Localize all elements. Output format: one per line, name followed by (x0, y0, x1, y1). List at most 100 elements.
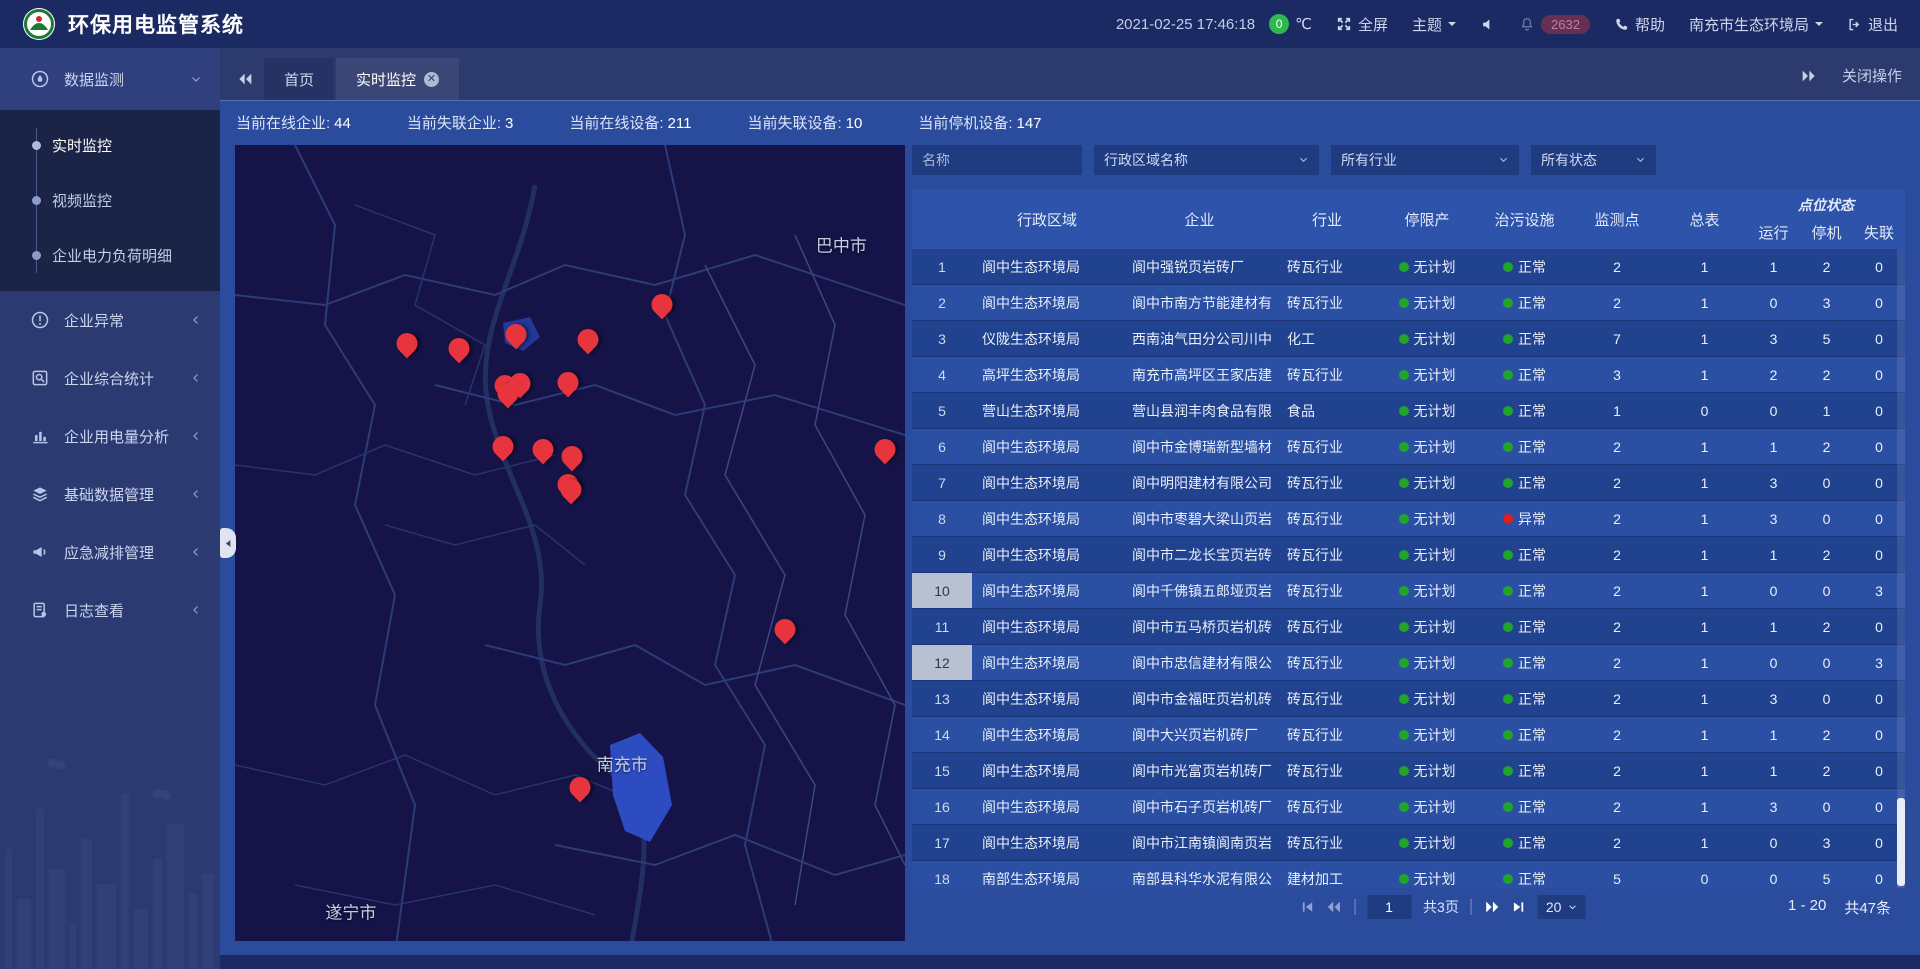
cell-run: 1 (1747, 753, 1800, 788)
cell-monitor: 1 (1572, 393, 1662, 428)
map-panel[interactable]: 巴中市南充市遂宁市 (235, 145, 905, 941)
sidebar-item-4[interactable]: 企业用电量分析 (0, 407, 220, 465)
sidebar-subitem-企业电力负荷明细[interactable]: 企业电力负荷明细 (0, 228, 220, 283)
status-dot-green (1503, 802, 1513, 812)
stat-item: 当前停机设备:147 (918, 112, 1041, 133)
cell-industry: 砖瓦行业 (1277, 789, 1377, 824)
status-dot-green (1399, 478, 1409, 488)
map-city-label: 南充市 (597, 751, 648, 776)
sidebar-item-6[interactable]: 应急减排管理 (0, 523, 220, 581)
sidebar-subitem-视频监控[interactable]: 视频监控 (0, 173, 220, 228)
close-operations-button[interactable]: 关闭操作 (1842, 65, 1902, 86)
cell-facility-label: 正常 (1518, 869, 1546, 889)
cell-facility-label: 正常 (1518, 725, 1546, 745)
cell-stop: 0 (1800, 789, 1853, 824)
cell-industry: 砖瓦行业 (1277, 753, 1377, 788)
cell-industry: 砖瓦行业 (1277, 429, 1377, 464)
tabs-scroll-left-button[interactable] (238, 72, 254, 86)
table-row-2[interactable]: 2阆中生态环境局阆中市南方节能建材有砖瓦行业无计划正常21030 (912, 285, 1905, 321)
sidebar-item-5[interactable]: 基础数据管理 (0, 465, 220, 523)
cell-company: 阆中强锐页岩砖厂 (1122, 249, 1277, 284)
bottom-strip (220, 955, 1920, 969)
sidebar-item-2[interactable]: 企业异常 (0, 291, 220, 349)
table-row-5[interactable]: 5营山生态环境局营山县润丰肉食品有限食品无计划正常10010 (912, 393, 1905, 429)
cell-monitor: 2 (1572, 285, 1662, 320)
logout-button[interactable]: 退出 (1847, 14, 1898, 35)
page-number-input[interactable] (1367, 895, 1411, 919)
region-select-value: 行政区域名称 (1104, 150, 1188, 170)
theme-label: 主题 (1412, 14, 1442, 35)
cell-run: 0 (1747, 825, 1800, 860)
column-header-停机: 停机 (1800, 222, 1853, 243)
table-row-12[interactable]: 12阆中生态环境局阆中市忠信建材有限公砖瓦行业无计划正常21003 (912, 645, 1905, 681)
prev-page-button[interactable] (1326, 900, 1342, 914)
tab-首页[interactable]: 首页 (264, 58, 334, 100)
table-row-17[interactable]: 17阆中生态环境局阆中市江南镇阆南页岩砖瓦行业无计划正常21030 (912, 825, 1905, 861)
tabs-scroll-right-button[interactable] (1800, 69, 1816, 83)
bullet-icon (32, 141, 41, 150)
table-row-14[interactable]: 14阆中生态环境局阆中大兴页岩机砖厂砖瓦行业无计划正常21120 (912, 717, 1905, 753)
org-menu[interactable]: 南充市生态环境局 (1689, 14, 1823, 35)
cell-stop: 2 (1800, 609, 1853, 644)
page-size-select[interactable]: 20 (1538, 895, 1586, 919)
table-row-18[interactable]: 18南部生态环境局南部县科华水泥有限公建材加工无计划正常50050 (912, 861, 1905, 888)
sound-button[interactable] (1480, 17, 1495, 32)
table-row-15[interactable]: 15阆中生态环境局阆中市光富页岩机砖厂砖瓦行业无计划正常21120 (912, 753, 1905, 789)
cell-run: 0 (1747, 573, 1800, 608)
help-button[interactable]: 帮助 (1614, 14, 1665, 35)
cell-limit: 无计划 (1377, 429, 1477, 464)
chevron-down-icon (1448, 22, 1456, 30)
cell-facility-label: 正常 (1518, 257, 1546, 277)
enterprise-stats-icon (30, 368, 50, 388)
cell-stop: 2 (1800, 753, 1853, 788)
table-scrollbar-thumb[interactable] (1897, 798, 1905, 886)
status-select[interactable]: 所有状态 (1531, 145, 1656, 175)
row-number-highlighted: 10 (912, 573, 972, 608)
table-row-4[interactable]: 4高坪生态环境局南充市高坪区王家店建砖瓦行业无计划正常31220 (912, 357, 1905, 393)
notifications-button[interactable]: 2632 (1519, 15, 1590, 34)
region-select[interactable]: 行政区域名称 (1094, 145, 1319, 175)
cell-run: 3 (1747, 681, 1800, 716)
table-row-16[interactable]: 16阆中生态环境局阆中市石子页岩机砖厂砖瓦行业无计划正常21300 (912, 789, 1905, 825)
cell-region: 阆中生态环境局 (972, 609, 1122, 644)
sidebar-item-1[interactable]: 数据监测 (0, 48, 220, 110)
map-roads (235, 145, 905, 941)
next-page-button[interactable] (1484, 900, 1500, 914)
row-number-cell: 6 (912, 429, 972, 464)
sidebar-item-7[interactable]: 日志查看 (0, 581, 220, 639)
cell-monitor: 2 (1572, 573, 1662, 608)
table-row-9[interactable]: 9阆中生态环境局阆中市二龙长宝页岩砖砖瓦行业无计划正常21120 (912, 537, 1905, 573)
table-row-8[interactable]: 8阆中生态环境局阆中市枣碧大梁山页岩砖瓦行业无计划异常21300 (912, 501, 1905, 537)
table-row-13[interactable]: 13阆中生态环境局阆中市金福旺页岩机砖砖瓦行业无计划正常21300 (912, 681, 1905, 717)
stat-value: 3 (505, 115, 513, 132)
industry-select[interactable]: 所有行业 (1331, 145, 1519, 175)
table-row-6[interactable]: 6阆中生态环境局阆中市金博瑞新型墙材砖瓦行业无计划正常21120 (912, 429, 1905, 465)
sidebar-item-3[interactable]: 企业综合统计 (0, 349, 220, 407)
cell-industry: 砖瓦行业 (1277, 717, 1377, 752)
cell-limit-label: 无计划 (1414, 869, 1456, 889)
cell-limit: 无计划 (1377, 861, 1477, 888)
first-page-button[interactable] (1300, 900, 1314, 914)
cell-monitor: 2 (1572, 789, 1662, 824)
tab-实时监控[interactable]: 实时监控✕ (336, 58, 459, 100)
cell-region: 阆中生态环境局 (972, 645, 1122, 680)
stat-value: 147 (1017, 115, 1042, 132)
table-row-1[interactable]: 1阆中生态环境局阆中强锐页岩砖厂砖瓦行业无计划正常21120 (912, 249, 1905, 285)
sidebar-subitem-实时监控[interactable]: 实时监控 (0, 118, 220, 173)
tab-close-icon[interactable]: ✕ (424, 72, 439, 87)
theme-menu[interactable]: 主题 (1412, 14, 1456, 35)
table-row-10[interactable]: 10阆中生态环境局阆中千佛镇五郎垭页岩砖瓦行业无计划正常21003 (912, 573, 1905, 609)
row-number-cell: 14 (912, 717, 972, 752)
chevron-down-icon (1635, 152, 1646, 168)
fullscreen-button[interactable]: 全屏 (1336, 14, 1388, 35)
sidebar-collapse-button[interactable] (220, 528, 236, 558)
status-dot-green (1399, 442, 1409, 452)
cell-run: 0 (1747, 393, 1800, 428)
cell-limit-label: 无计划 (1414, 725, 1456, 745)
table-row-7[interactable]: 7阆中生态环境局阆中明阳建材有限公司砖瓦行业无计划正常21300 (912, 465, 1905, 501)
status-dot-green (1399, 838, 1409, 848)
name-search-input[interactable] (912, 145, 1082, 175)
last-page-button[interactable] (1512, 900, 1526, 914)
table-row-11[interactable]: 11阆中生态环境局阆中市五马桥页岩机砖砖瓦行业无计划正常21120 (912, 609, 1905, 645)
table-row-3[interactable]: 3仪陇生态环境局西南油气田分公司川中化工无计划正常71350 (912, 321, 1905, 357)
